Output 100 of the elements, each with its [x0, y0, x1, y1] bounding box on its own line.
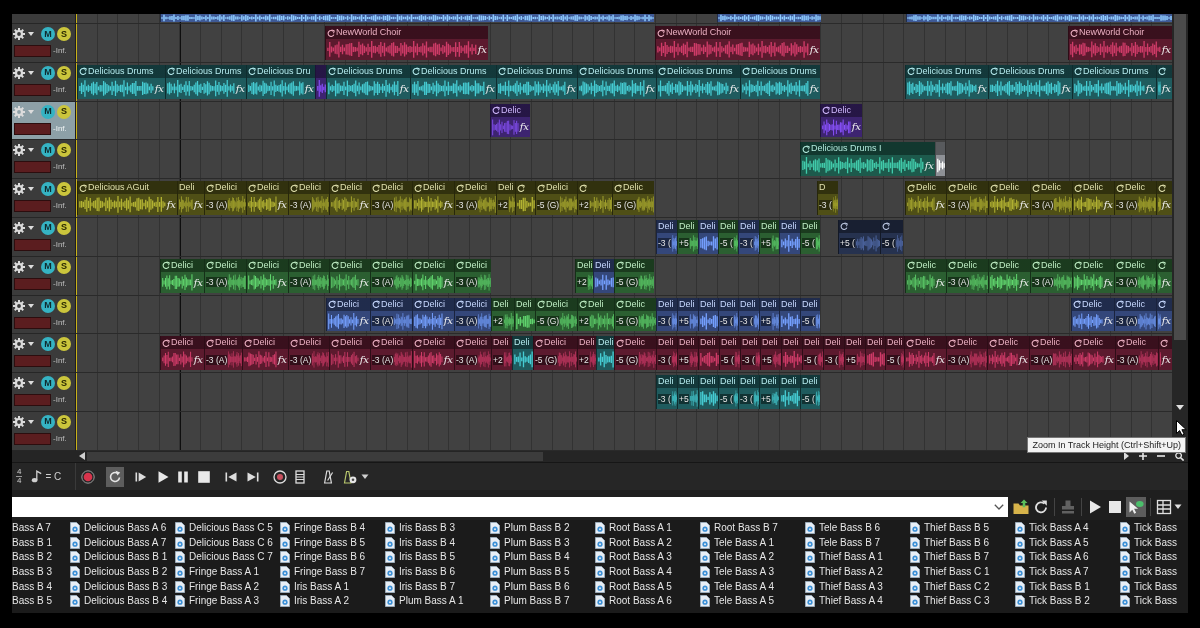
audio-clip[interactable]: Delic fx	[1072, 336, 1115, 371]
audio-clip[interactable]: Delic fx	[1072, 258, 1114, 293]
file-name[interactable]: Iris Bass B 6	[399, 566, 456, 579]
audio-clip[interactable]: Delicious Drums fx	[740, 64, 820, 99]
audio-file-icon[interactable]	[1120, 595, 1130, 608]
scrollbar-thumb[interactable]	[87, 451, 543, 461]
audio-clip[interactable]: Deli -5 (	[718, 220, 738, 254]
audio-clip[interactable]: Delici -3 (A)	[288, 258, 329, 293]
audio-clip[interactable]: Delici -3 (A)	[370, 181, 412, 215]
audio-file-icon[interactable]	[385, 551, 395, 564]
audio-clip[interactable]: Delici -5 (G)	[535, 297, 577, 332]
gear-icon[interactable]	[13, 28, 25, 40]
audio-clip[interactable]: fx	[1156, 258, 1172, 293]
audio-file-icon[interactable]	[805, 536, 815, 549]
file-name[interactable]: Plum Bass B 5	[504, 566, 570, 579]
audio-clip[interactable]: Deli -3 (	[738, 220, 759, 254]
audio-file-icon[interactable]	[385, 536, 395, 549]
file-name[interactable]: Thief Bass A 3	[819, 580, 883, 593]
audio-clip[interactable]: Delic -5 (G)	[614, 297, 656, 332]
audio-clip[interactable]: Deli +5	[759, 375, 779, 409]
audio-file-icon[interactable]	[1015, 522, 1025, 535]
file-name[interactable]: Tick Bass B 1	[1029, 580, 1090, 593]
loop-button[interactable]	[106, 466, 124, 487]
audio-clip[interactable]: Deli -5 (	[718, 375, 738, 409]
solo-button[interactable]: S	[57, 376, 71, 391]
audio-clip[interactable]: NewWorld Choir fx	[325, 26, 488, 60]
audio-file-icon[interactable]	[490, 536, 500, 549]
audio-file-icon[interactable]	[70, 580, 80, 593]
file-name[interactable]: Tick Bass A 5	[1029, 536, 1089, 549]
audio-clip[interactable]: Deli -3 (	[656, 220, 677, 254]
audio-file-icon[interactable]	[70, 522, 80, 535]
audio-clip[interactable]	[160, 14, 654, 22]
file-name[interactable]: Thief Bass B 5	[924, 522, 990, 535]
file-name[interactable]: Delicious Bass C 6	[189, 536, 273, 549]
audio-clip[interactable]: Delic -3 (A)	[946, 336, 987, 371]
audio-file-icon[interactable]	[385, 595, 395, 608]
audio-clip[interactable]: Deli -3 (	[738, 297, 759, 332]
audio-file-icon[interactable]	[700, 551, 710, 564]
mute-button[interactable]: M	[41, 104, 55, 119]
music-note-icon[interactable]	[31, 470, 43, 483]
audio-clip[interactable]: Deli -5 (	[718, 297, 738, 332]
audio-file-icon[interactable]	[1120, 580, 1130, 593]
audio-clip[interactable]: Deli +2	[577, 297, 614, 332]
file-name[interactable]: Tick Bass	[1134, 566, 1177, 579]
audio-file-icon[interactable]	[910, 595, 920, 608]
audio-clip[interactable]: Delic fx	[904, 336, 946, 371]
audio-clip[interactable]: Deli +5	[760, 336, 781, 371]
audio-clip[interactable]: Delici fx	[329, 336, 370, 371]
file-name[interactable]: Tele Bass B 6	[819, 522, 881, 535]
audio-clip[interactable]: D -3 (	[817, 181, 838, 215]
file-name[interactable]: Delicious Bass C 5	[189, 522, 273, 535]
audio-clip[interactable]: Deli	[781, 336, 802, 371]
audio-file-icon[interactable]	[595, 522, 605, 535]
audio-file-icon[interactable]	[1015, 566, 1025, 579]
audio-clip[interactable]: +5 (	[838, 220, 880, 254]
track-header[interactable]: M S -Inf.	[12, 295, 76, 335]
audio-file-icon[interactable]	[175, 536, 185, 549]
audio-clip[interactable]: Deli	[593, 258, 614, 293]
file-name[interactable]: Thief Bass A 4	[819, 595, 883, 608]
audio-file-icon[interactable]	[490, 566, 500, 579]
audio-clip[interactable]: Deli	[698, 375, 718, 409]
audio-clip[interactable]: Deli -5 (	[800, 220, 820, 254]
plus-icon[interactable]	[1139, 452, 1147, 461]
audio-file-icon[interactable]	[1120, 551, 1130, 564]
audio-clip[interactable]: Deli fx	[177, 181, 204, 215]
file-name[interactable]: Delicious Bass B 4	[84, 595, 168, 608]
audio-file-icon[interactable]	[280, 522, 290, 535]
file-name[interactable]: Iris Bass B 7	[399, 580, 456, 593]
audio-clip[interactable]: Delic -5 (G)	[612, 181, 654, 215]
audio-clip[interactable]: Deli	[698, 336, 719, 371]
audio-clip[interactable]: -5 (	[880, 220, 903, 254]
audio-clip[interactable]: Deli -5 (	[719, 336, 740, 371]
mute-button[interactable]: M	[41, 414, 55, 429]
audio-clip[interactable]	[717, 14, 821, 22]
audio-file-icon[interactable]	[910, 566, 920, 579]
file-name[interactable]: Plum Bass B 3	[504, 536, 570, 549]
audio-clip[interactable]: Delicious Drums fx	[577, 64, 656, 99]
file-name[interactable]: Iris Bass A 2	[294, 595, 350, 608]
audio-file-icon[interactable]	[490, 551, 500, 564]
caret-icon[interactable]	[28, 342, 34, 347]
file-name[interactable]: Delicious Bass A 6	[84, 522, 167, 535]
audio-file-icon[interactable]	[175, 566, 185, 579]
audio-clip[interactable]: Deli	[779, 375, 800, 409]
scroll-left-arrow-icon[interactable]	[79, 452, 85, 461]
audio-file-icon[interactable]	[280, 566, 290, 579]
audio-clip[interactable]: Deli +5	[677, 336, 698, 371]
audio-clip[interactable]: Deli +2	[496, 181, 515, 215]
audio-file-icon[interactable]	[700, 595, 710, 608]
audio-file-icon[interactable]	[910, 522, 920, 535]
audio-clip[interactable]: Delic -3 (A)	[1114, 258, 1156, 293]
audio-clip[interactable]: Deli -3 (	[656, 297, 677, 332]
audio-file-icon[interactable]	[595, 595, 605, 608]
file-name[interactable]: Plum Bass B 7	[504, 595, 570, 608]
audio-file-icon[interactable]	[700, 536, 710, 549]
audio-clip[interactable]: Deli +5	[677, 375, 698, 409]
audio-file-icon[interactable]	[1120, 522, 1130, 535]
audio-clip[interactable]: Deli +2	[577, 336, 596, 371]
audio-clip[interactable]: Delic fx	[988, 181, 1030, 215]
file-name[interactable]: Tick Bass A 6	[1029, 551, 1089, 564]
file-name[interactable]: Thief Bass A 1	[819, 551, 883, 564]
